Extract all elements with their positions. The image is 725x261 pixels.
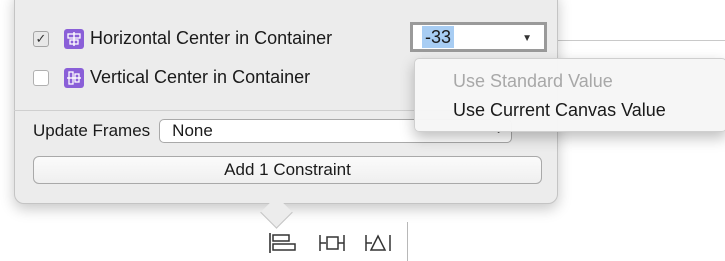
horizontal-center-constraint-icon — [64, 28, 84, 49]
constant-value-combobox[interactable]: -33 ▼ — [410, 22, 547, 52]
chevron-down-icon[interactable]: ▼ — [522, 33, 532, 44]
vertical-center-row: Vertical Center in Container — [33, 67, 310, 88]
update-frames-label: Update Frames — [33, 121, 151, 140]
pin-icon[interactable] — [318, 232, 348, 254]
toolbar-divider — [407, 222, 408, 261]
constant-value-text[interactable]: -33 — [422, 26, 455, 48]
canvas-divider — [556, 40, 725, 41]
horizontal-center-row: ✓ Horizontal Center in Container — [33, 28, 332, 49]
align-icon[interactable] — [268, 232, 298, 254]
vertical-center-constraint-icon — [64, 67, 84, 88]
vertical-center-checkbox[interactable] — [33, 69, 49, 86]
horizontal-center-checkbox[interactable]: ✓ — [33, 30, 49, 47]
add-constraint-button[interactable]: Add 1 Constraint — [33, 156, 542, 184]
resolve-issues-icon[interactable] — [364, 232, 394, 254]
constant-value-menu: Use Standard Value Use Current Canvas Va… — [414, 58, 725, 132]
menu-item-use-current-canvas-value[interactable]: Use Current Canvas Value — [453, 100, 666, 121]
vertical-center-label: Vertical Center in Container — [90, 67, 311, 87]
update-frames-value: None — [172, 121, 213, 140]
menu-item-use-standard-value: Use Standard Value — [453, 71, 613, 91]
horizontal-center-label: Horizontal Center in Container — [90, 28, 333, 48]
